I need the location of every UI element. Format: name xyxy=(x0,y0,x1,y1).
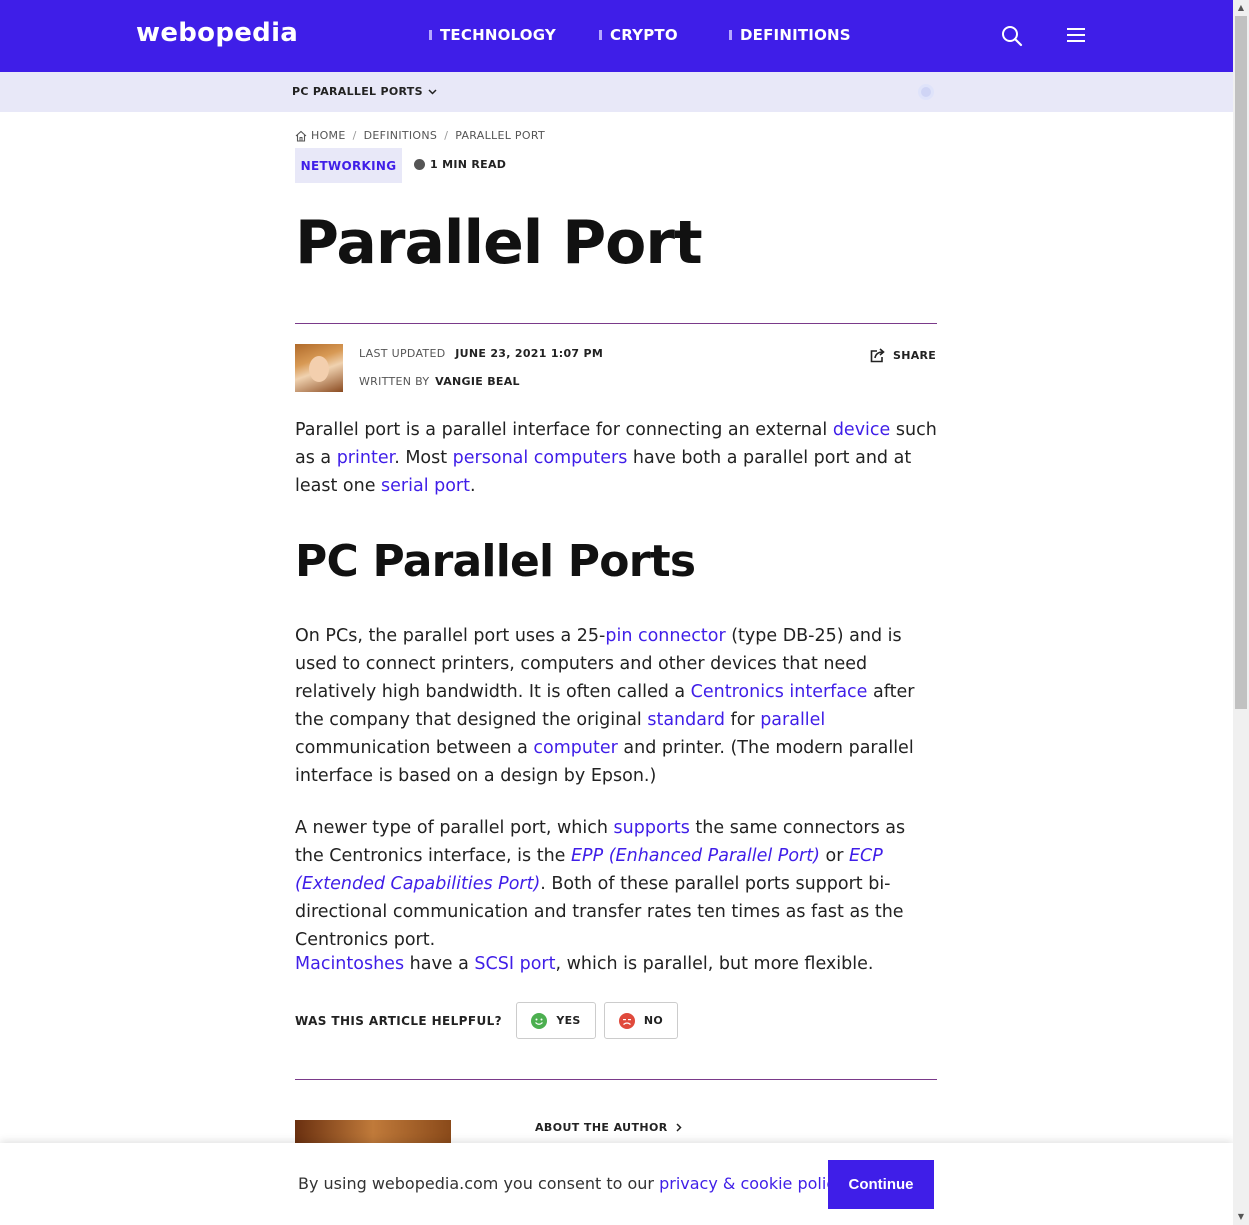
scroll-down-arrow-icon[interactable]: ▼ xyxy=(1233,1209,1249,1225)
share-button[interactable]: SHARE xyxy=(870,348,936,363)
about-author-label: ABOUT THE AUTHOR xyxy=(535,1121,668,1134)
link-scsi-port[interactable]: SCSI port xyxy=(474,954,555,974)
feedback-no-button[interactable]: NO xyxy=(604,1002,678,1039)
read-time: 1 MIN READ xyxy=(414,158,506,171)
link-computer[interactable]: computer xyxy=(533,738,617,758)
feedback-question: WAS THIS ARTICLE HELPFUL? xyxy=(295,1014,503,1028)
breadcrumb-current: PARALLEL PORT xyxy=(455,129,545,142)
last-updated-value: JUNE 23, 2021 1:07 PM xyxy=(455,347,604,360)
breadcrumb-separator: / xyxy=(352,129,357,142)
link-epp[interactable]: EPP (Enhanced Parallel Port) xyxy=(571,846,820,866)
text: On PCs, the parallel port uses a 25- xyxy=(295,626,606,646)
avatar-face xyxy=(309,356,329,382)
breadcrumb-separator: / xyxy=(444,129,449,142)
feedback-no-label: NO xyxy=(643,1014,664,1027)
last-updated-label: LAST UPDATED xyxy=(359,347,446,360)
about-author-link[interactable]: ABOUT THE AUTHOR xyxy=(535,1121,682,1134)
section-heading: PC Parallel Ports xyxy=(295,536,696,587)
toc-label: PC PARALLEL PORTS xyxy=(292,85,423,98)
last-updated: LAST UPDATED JUNE 23, 2021 1:07 PM xyxy=(359,347,603,360)
text: have a xyxy=(404,954,475,974)
toc-dropdown[interactable]: PC PARALLEL PORTS xyxy=(292,85,437,98)
consent-text: By using webopedia.com you consent to ou… xyxy=(298,1174,660,1193)
text: . Most xyxy=(394,448,453,468)
article-paragraph: A newer type of parallel port, which sup… xyxy=(295,814,937,954)
reading-progress-icon xyxy=(918,84,934,100)
feedback-yes-button[interactable]: YES xyxy=(516,1002,596,1039)
nav-label: TECHNOLOGY xyxy=(440,26,556,44)
link-device[interactable]: device xyxy=(833,420,890,440)
read-time-label: 1 MIN READ xyxy=(430,158,507,171)
divider xyxy=(295,1079,937,1080)
frown-icon xyxy=(618,1012,635,1029)
site-logo[interactable]: webopedia xyxy=(136,18,298,48)
nav-item-crypto[interactable]: CRYPTO xyxy=(599,26,678,44)
search-icon[interactable] xyxy=(1000,24,1024,48)
text: for xyxy=(724,710,761,730)
scrollbar[interactable]: ▲ ▼ xyxy=(1233,0,1249,1225)
text: Parallel port is a parallel interface fo… xyxy=(295,420,833,440)
top-navigation-bar: webopedia TECHNOLOGY CRYPTO DEFINITIONS xyxy=(0,0,1233,72)
breadcrumb: HOME / DEFINITIONS / PARALLEL PORT xyxy=(295,129,545,142)
link-macintoshes[interactable]: Macintoshes xyxy=(295,954,404,974)
page-title: Parallel Port xyxy=(295,208,703,278)
link-parallel[interactable]: parallel xyxy=(760,710,825,730)
text: . xyxy=(470,476,476,496)
hamburger-menu-icon[interactable] xyxy=(1066,26,1086,44)
link-printer[interactable]: printer xyxy=(337,448,394,468)
text: , which is parallel, but more flexible. xyxy=(555,954,874,974)
link-standard[interactable]: standard xyxy=(647,710,725,730)
clock-icon xyxy=(414,159,425,170)
breadcrumb-home[interactable]: HOME xyxy=(311,129,346,142)
category-tag[interactable]: NETWORKING xyxy=(295,148,402,183)
written-by: WRITTEN BY VANGIE BEAL xyxy=(359,375,520,388)
divider xyxy=(295,323,937,324)
link-personal-computers[interactable]: personal computers xyxy=(453,448,628,468)
scroll-up-arrow-icon[interactable]: ▲ xyxy=(1233,0,1249,16)
share-label: SHARE xyxy=(893,349,937,362)
article-paragraph: Parallel port is a parallel interface fo… xyxy=(295,416,937,500)
continue-button[interactable]: Continue xyxy=(828,1160,934,1209)
nav-item-definitions[interactable]: DEFINITIONS xyxy=(729,26,851,44)
feedback-yes-label: YES xyxy=(556,1014,581,1027)
chevron-down-icon xyxy=(428,88,437,95)
nav-label: CRYPTO xyxy=(610,26,678,44)
article-paragraph: On PCs, the parallel port uses a 25-pin … xyxy=(295,622,937,790)
nav-bullet-icon xyxy=(599,30,602,40)
author-avatar[interactable] xyxy=(295,344,343,392)
written-by-label: WRITTEN BY xyxy=(359,375,430,388)
chevron-right-icon xyxy=(676,1123,682,1132)
cookie-consent-banner: By using webopedia.com you consent to ou… xyxy=(0,1143,1233,1225)
author-name[interactable]: VANGIE BEAL xyxy=(435,375,520,388)
nav-item-technology[interactable]: TECHNOLOGY xyxy=(429,26,556,44)
link-supports[interactable]: supports xyxy=(614,818,690,838)
consent-message: By using webopedia.com you consent to ou… xyxy=(298,1174,847,1193)
text: A newer type of parallel port, which xyxy=(295,818,614,838)
breadcrumb-definitions[interactable]: DEFINITIONS xyxy=(364,129,438,142)
nav-bullet-icon xyxy=(429,30,432,40)
link-centronics-interface[interactable]: Centronics interface xyxy=(691,682,868,702)
link-serial-port[interactable]: serial port xyxy=(381,476,470,496)
article-paragraph: Macintoshes have a SCSI port, which is p… xyxy=(295,950,937,978)
home-icon xyxy=(295,130,307,142)
link-pin-connector[interactable]: pin connector xyxy=(605,626,725,646)
share-icon xyxy=(870,348,885,363)
smiley-icon xyxy=(531,1012,548,1029)
nav-bullet-icon xyxy=(729,30,732,40)
scrollbar-thumb[interactable] xyxy=(1235,16,1247,709)
text: communication between a xyxy=(295,738,534,758)
table-of-contents-bar: PC PARALLEL PORTS xyxy=(0,72,1233,112)
nav-label: DEFINITIONS xyxy=(740,26,851,44)
text: or xyxy=(819,846,849,866)
privacy-policy-link[interactable]: privacy & cookie policy xyxy=(659,1174,842,1193)
